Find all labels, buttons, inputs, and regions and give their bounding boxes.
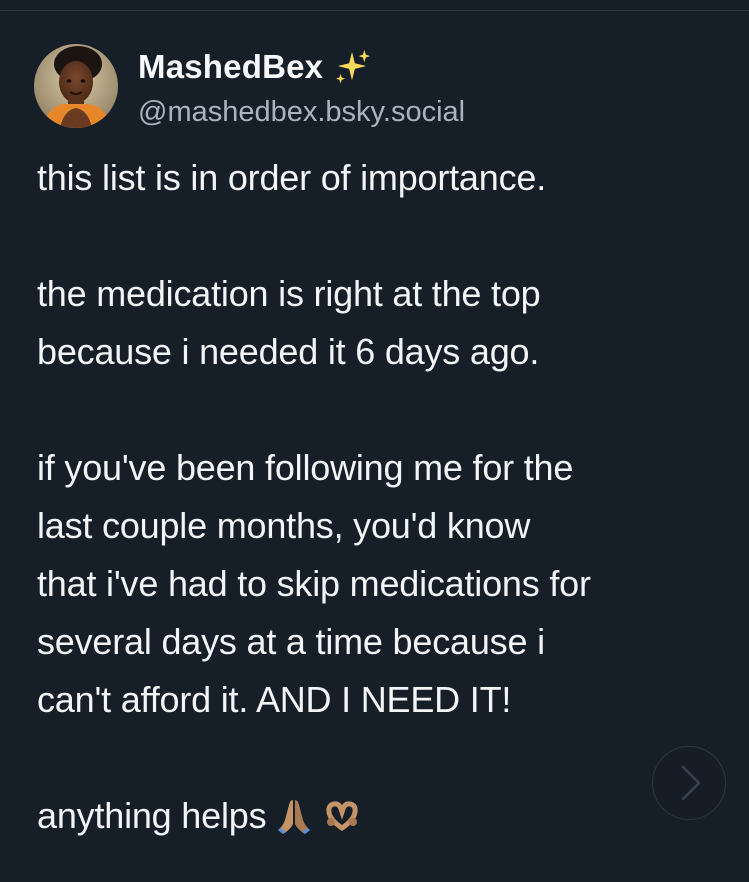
chevron-right-icon [681,765,701,801]
folded-hands-icon [278,800,311,834]
next-button[interactable] [652,746,726,820]
closing-text: anything helps [37,795,267,836]
post-body: this list is in order of importance. the… [37,149,727,845]
author-handle[interactable]: @mashedbex.bsky.social [138,96,465,129]
post-paragraph: if you've been following me for the last… [37,447,591,720]
sparkles-icon [336,49,371,84]
author-name[interactable]: MashedBex [138,48,323,86]
post-card: MashedBex @mashedbex.bsky.social this li… [0,0,749,882]
heart-hands-icon [326,801,359,832]
post-paragraph: the medication is right at the top becau… [37,273,541,372]
avatar-image [34,44,118,128]
closing-line: anything helps [37,787,727,845]
avatar[interactable] [34,44,118,128]
post-paragraph: this list is in order of importance. [37,157,546,198]
author-row: MashedBex [138,48,371,86]
